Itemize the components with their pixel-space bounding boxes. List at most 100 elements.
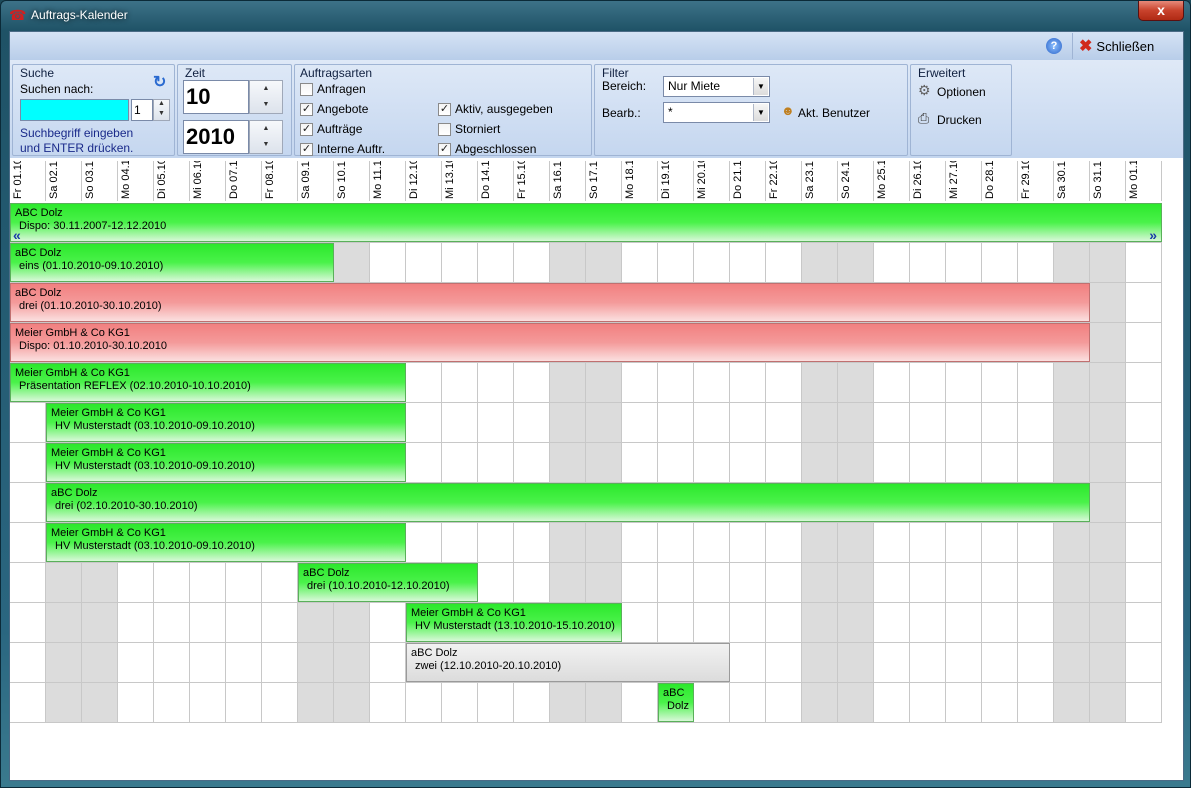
calendar-cell[interactable] — [982, 403, 1018, 443]
calendar-cell[interactable] — [874, 563, 910, 603]
calendar-cell[interactable] — [46, 643, 82, 683]
calendar-cell[interactable] — [874, 603, 910, 643]
calendar-cell[interactable] — [1126, 643, 1162, 683]
calendar-cell[interactable] — [1054, 363, 1090, 403]
calendar-cell[interactable] — [1018, 603, 1054, 643]
calendar-cell[interactable] — [370, 603, 406, 643]
calendar-cell[interactable] — [730, 403, 766, 443]
checkbox-aufträge[interactable]: ✓ Aufträge — [300, 122, 362, 136]
calendar-cell[interactable] — [910, 643, 946, 683]
day-column-header[interactable]: Sa 16.10. — [550, 161, 586, 201]
chevron-down-icon[interactable]: ▼ — [753, 104, 768, 121]
stepper-down-icon[interactable]: ▼ — [250, 137, 282, 153]
calendar-cell[interactable] — [874, 683, 910, 723]
calendar-cell[interactable] — [406, 683, 442, 723]
calendar-cell[interactable] — [838, 243, 874, 283]
calendar-cell[interactable] — [586, 443, 622, 483]
calendar-cell[interactable] — [982, 243, 1018, 283]
calendar-cell[interactable] — [874, 523, 910, 563]
calendar-cell[interactable] — [154, 603, 190, 643]
calendar-cell[interactable] — [1090, 363, 1126, 403]
day-column-header[interactable]: Fr 22.10. — [766, 161, 802, 201]
day-column-header[interactable]: Di 26.10. — [910, 161, 946, 201]
calendar-cell[interactable] — [802, 363, 838, 403]
calendar-cell[interactable] — [1018, 683, 1054, 723]
calendar-cell[interactable] — [1054, 563, 1090, 603]
calendar-cell[interactable] — [370, 643, 406, 683]
calendar-cell[interactable] — [298, 643, 334, 683]
window-close-button[interactable]: x — [1138, 1, 1184, 21]
calendar-cell[interactable] — [730, 603, 766, 643]
calendar-cell[interactable] — [478, 243, 514, 283]
day-column-header[interactable]: Do 28.10. — [982, 161, 1018, 201]
drucken-button[interactable]: Drucken — [937, 113, 982, 127]
calendar-cell[interactable] — [658, 563, 694, 603]
day-column-header[interactable]: Mo 25.10. — [874, 161, 910, 201]
checkbox-empty-icon[interactable] — [438, 122, 451, 136]
year-field[interactable]: 2010 — [183, 120, 249, 154]
day-column-header[interactable]: Fr 29.10. — [1018, 161, 1054, 201]
calendar-cell[interactable] — [82, 683, 118, 723]
calendar-cell[interactable] — [766, 243, 802, 283]
calendar-cell[interactable] — [694, 443, 730, 483]
calendar-cell[interactable] — [262, 603, 298, 643]
schliessen-button[interactable]: ✖ Schließen — [1072, 33, 1182, 59]
calendar-cell[interactable] — [1018, 443, 1054, 483]
calendar-cell[interactable] — [730, 443, 766, 483]
calendar-cell[interactable] — [406, 243, 442, 283]
checkbox-abgeschlossen[interactable]: ✓ Abgeschlossen — [438, 142, 536, 156]
bereich-select[interactable]: Nur Miete ▼ — [663, 76, 770, 97]
day-column-header[interactable]: So 10.10. — [334, 161, 370, 201]
calendar-cell[interactable] — [46, 563, 82, 603]
checkbox-storniert[interactable]: Storniert — [438, 122, 500, 136]
calendar-cell[interactable] — [766, 563, 802, 603]
calendar-cell[interactable] — [1018, 523, 1054, 563]
calendar-cell[interactable] — [1054, 603, 1090, 643]
calendar-cell[interactable] — [1018, 403, 1054, 443]
printer-icon[interactable]: ⎙ — [918, 110, 929, 127]
calendar-cell[interactable] — [982, 603, 1018, 643]
akt-benutzer-button[interactable]: Akt. Benutzer — [798, 106, 870, 120]
calendar-cell[interactable] — [154, 683, 190, 723]
calendar-cell[interactable] — [766, 683, 802, 723]
day-column-header[interactable]: Fr 15.10. — [514, 161, 550, 201]
refresh-icon[interactable]: ↻ — [153, 72, 166, 92]
day-column-header[interactable]: So 03.10. — [82, 161, 118, 201]
calendar-cell[interactable] — [658, 243, 694, 283]
calendar-cell[interactable] — [622, 523, 658, 563]
calendar-cell[interactable] — [694, 603, 730, 643]
calendar-cell[interactable] — [982, 563, 1018, 603]
calendar-cell[interactable] — [658, 603, 694, 643]
calendar-cell[interactable] — [838, 603, 874, 643]
calendar-cell[interactable] — [946, 403, 982, 443]
calendar-cell[interactable] — [550, 563, 586, 603]
calendar-cell[interactable] — [190, 683, 226, 723]
day-column-header[interactable]: Fr 01.10. — [10, 161, 46, 201]
booking-bar[interactable]: aBC Dolz drei (02.10.2010-30.10.2010) — [46, 483, 1090, 522]
day-column-header[interactable]: Mo 04.10. — [118, 161, 154, 201]
help-icon[interactable]: ? — [1046, 38, 1062, 54]
calendar-cell[interactable] — [478, 363, 514, 403]
calendar-cell[interactable] — [1090, 243, 1126, 283]
calendar-cell[interactable] — [1018, 363, 1054, 403]
calendar-cell[interactable] — [766, 443, 802, 483]
calendar-cell[interactable] — [262, 563, 298, 603]
stepper-up-icon[interactable]: ▲ — [250, 81, 282, 97]
day-column-header[interactable]: Sa 02.10. — [46, 161, 82, 201]
calendar-cell[interactable] — [406, 403, 442, 443]
day-column-header[interactable]: Do 07.10. — [226, 161, 262, 201]
calendar-cell[interactable] — [298, 603, 334, 643]
calendar-cell[interactable] — [802, 643, 838, 683]
calendar-cell[interactable] — [766, 603, 802, 643]
year-stepper[interactable]: ▲ ▼ — [249, 120, 283, 154]
calendar-cell[interactable] — [298, 683, 334, 723]
calendar-cell[interactable] — [622, 443, 658, 483]
calendar-cell[interactable] — [1018, 243, 1054, 283]
booking-bar[interactable]: Meier GmbH & Co KG1 HV Musterstadt (03.10… — [46, 523, 406, 562]
calendar-cell[interactable] — [442, 523, 478, 563]
calendar-cell[interactable] — [478, 523, 514, 563]
calendar-cell[interactable] — [766, 363, 802, 403]
calendar-cell[interactable] — [1054, 443, 1090, 483]
checkbox-anfragen[interactable]: Anfragen — [300, 82, 366, 96]
calendar-cell[interactable] — [946, 443, 982, 483]
